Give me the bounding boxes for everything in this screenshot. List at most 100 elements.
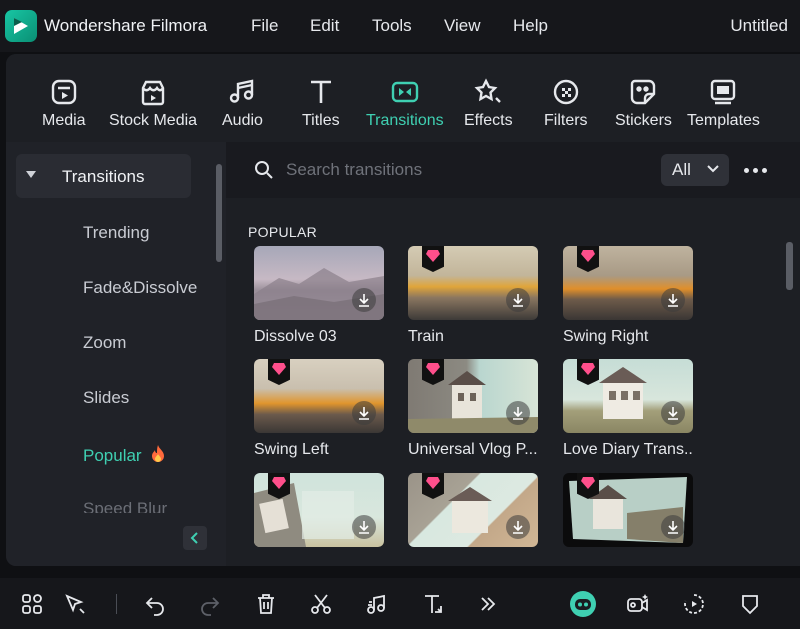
- timeline-toolbar: [0, 578, 800, 629]
- download-icon[interactable]: [352, 288, 376, 312]
- menu-help[interactable]: Help: [513, 16, 548, 36]
- effects-icon: [474, 78, 502, 103]
- download-icon[interactable]: [661, 288, 685, 312]
- transition-card[interactable]: Swing Left: [254, 359, 384, 459]
- transition-card[interactable]: Universal Vlog P...: [408, 359, 538, 459]
- redo-icon: [201, 597, 220, 616]
- text-button[interactable]: [421, 592, 445, 616]
- stickers-icon: [631, 79, 656, 105]
- search-bar: All: [226, 142, 800, 198]
- tab-label: Templates: [687, 112, 760, 129]
- more-tools-icon: [481, 597, 496, 611]
- text-icon: [425, 595, 442, 613]
- layout-button[interactable]: [20, 592, 44, 616]
- premium-gem-icon: [268, 359, 290, 385]
- tab-transitions[interactable]: Transitions: [366, 76, 444, 130]
- transitions-content: All POPULAR Dissolve 03 Train: [226, 142, 800, 566]
- sidebar-header-transitions[interactable]: Transitions: [16, 154, 191, 198]
- chevron-down-icon: [707, 165, 719, 173]
- download-icon[interactable]: [661, 401, 685, 425]
- category-tabs: Media Stock Media Audio Titles Transitio…: [6, 54, 800, 142]
- templates-icon: [711, 79, 736, 105]
- tab-label: Audio: [222, 112, 263, 129]
- more-options-icon[interactable]: [744, 168, 767, 173]
- select-tool-button[interactable]: [63, 592, 87, 616]
- transition-card[interactable]: Dissolve 03: [254, 246, 384, 346]
- tab-media[interactable]: Media: [42, 76, 86, 130]
- transition-name: Train: [408, 328, 444, 345]
- tab-label: Media: [42, 112, 86, 129]
- menu-file[interactable]: File: [251, 16, 278, 36]
- transition-card[interactable]: Love Diary Trans...: [563, 359, 693, 459]
- tab-label: Stickers: [615, 112, 672, 129]
- mask-button[interactable]: [738, 592, 762, 616]
- sidebar-item-fade-dissolve[interactable]: Fade&Dissolve: [83, 278, 197, 298]
- chevron-left-icon: [190, 532, 198, 544]
- download-icon[interactable]: [506, 401, 530, 425]
- undo-icon: [145, 597, 164, 616]
- transition-card[interactable]: Swing Right: [563, 246, 693, 346]
- app-title: Wondershare Filmora: [44, 16, 208, 35]
- download-icon[interactable]: [506, 515, 530, 539]
- audio-edit-button[interactable]: [365, 592, 389, 616]
- fire-icon: [152, 445, 165, 462]
- transition-name: Swing Right: [563, 328, 649, 345]
- sidebar-item-slides[interactable]: Slides: [83, 388, 129, 408]
- tab-filters[interactable]: Filters: [544, 76, 588, 130]
- transition-card[interactable]: [254, 473, 384, 555]
- speed-button[interactable]: [682, 592, 706, 616]
- transition-card[interactable]: Train: [408, 246, 538, 346]
- more-tools-button[interactable]: [476, 592, 500, 616]
- filter-dropdown[interactable]: All: [661, 154, 729, 186]
- transition-card[interactable]: [563, 473, 693, 555]
- menu-edit[interactable]: Edit: [310, 16, 339, 36]
- collapse-sidebar-button[interactable]: [183, 526, 207, 550]
- transition-card[interactable]: [408, 473, 538, 555]
- ai-mate-button[interactable]: [569, 590, 597, 618]
- premium-gem-icon: [577, 246, 599, 272]
- tab-effects[interactable]: Effects: [464, 76, 513, 130]
- sidebar-scrollbar[interactable]: [216, 164, 222, 262]
- content-scrollbar[interactable]: [786, 242, 793, 290]
- tab-audio[interactable]: Audio: [222, 76, 263, 130]
- tab-titles[interactable]: Titles: [302, 76, 340, 130]
- tab-templates[interactable]: Templates: [687, 76, 760, 130]
- transition-thumbnail: [408, 246, 538, 320]
- tab-stock-media[interactable]: Stock Media: [109, 76, 197, 130]
- premium-gem-icon: [268, 473, 290, 499]
- mask-icon: [742, 595, 758, 615]
- sidebar-item-popular[interactable]: Popular: [83, 444, 166, 466]
- tab-label: Stock Media: [109, 112, 198, 129]
- download-icon[interactable]: [661, 515, 685, 539]
- category-sidebar: Transitions Trending Fade&Dissolve Zoom …: [6, 142, 226, 566]
- redo-button[interactable]: [198, 592, 222, 616]
- menu-view[interactable]: View: [444, 16, 481, 36]
- media-icon: [51, 79, 76, 105]
- audio-icon: [230, 79, 254, 103]
- tab-label: Transitions: [366, 112, 444, 129]
- download-icon[interactable]: [352, 401, 376, 425]
- undo-button[interactable]: [143, 592, 167, 616]
- download-icon[interactable]: [352, 515, 376, 539]
- transition-thumbnail: [254, 359, 384, 433]
- transitions-icon: [391, 81, 419, 103]
- ai-video-button[interactable]: [626, 592, 650, 616]
- tab-stickers[interactable]: Stickers: [615, 76, 672, 130]
- cut-icon: [311, 594, 331, 614]
- sidebar-item-trending[interactable]: Trending: [83, 223, 149, 243]
- transition-thumbnail: [563, 473, 693, 547]
- delete-button[interactable]: [254, 592, 278, 616]
- audio-edit-icon: [367, 594, 385, 614]
- menu-tools[interactable]: Tools: [372, 16, 412, 36]
- sidebar-item-speed-blur[interactable]: Speed Blur: [83, 499, 167, 513]
- sidebar-item-zoom[interactable]: Zoom: [83, 333, 126, 353]
- search-input[interactable]: [286, 158, 646, 182]
- toolbar-divider: [116, 594, 117, 614]
- transition-thumbnail: [254, 473, 384, 547]
- ai-mate-icon: [570, 591, 596, 617]
- cut-button[interactable]: [309, 592, 333, 616]
- layout-icon: [22, 594, 42, 614]
- download-icon[interactable]: [506, 288, 530, 312]
- premium-gem-icon: [422, 246, 444, 272]
- transition-thumbnail: [408, 473, 538, 547]
